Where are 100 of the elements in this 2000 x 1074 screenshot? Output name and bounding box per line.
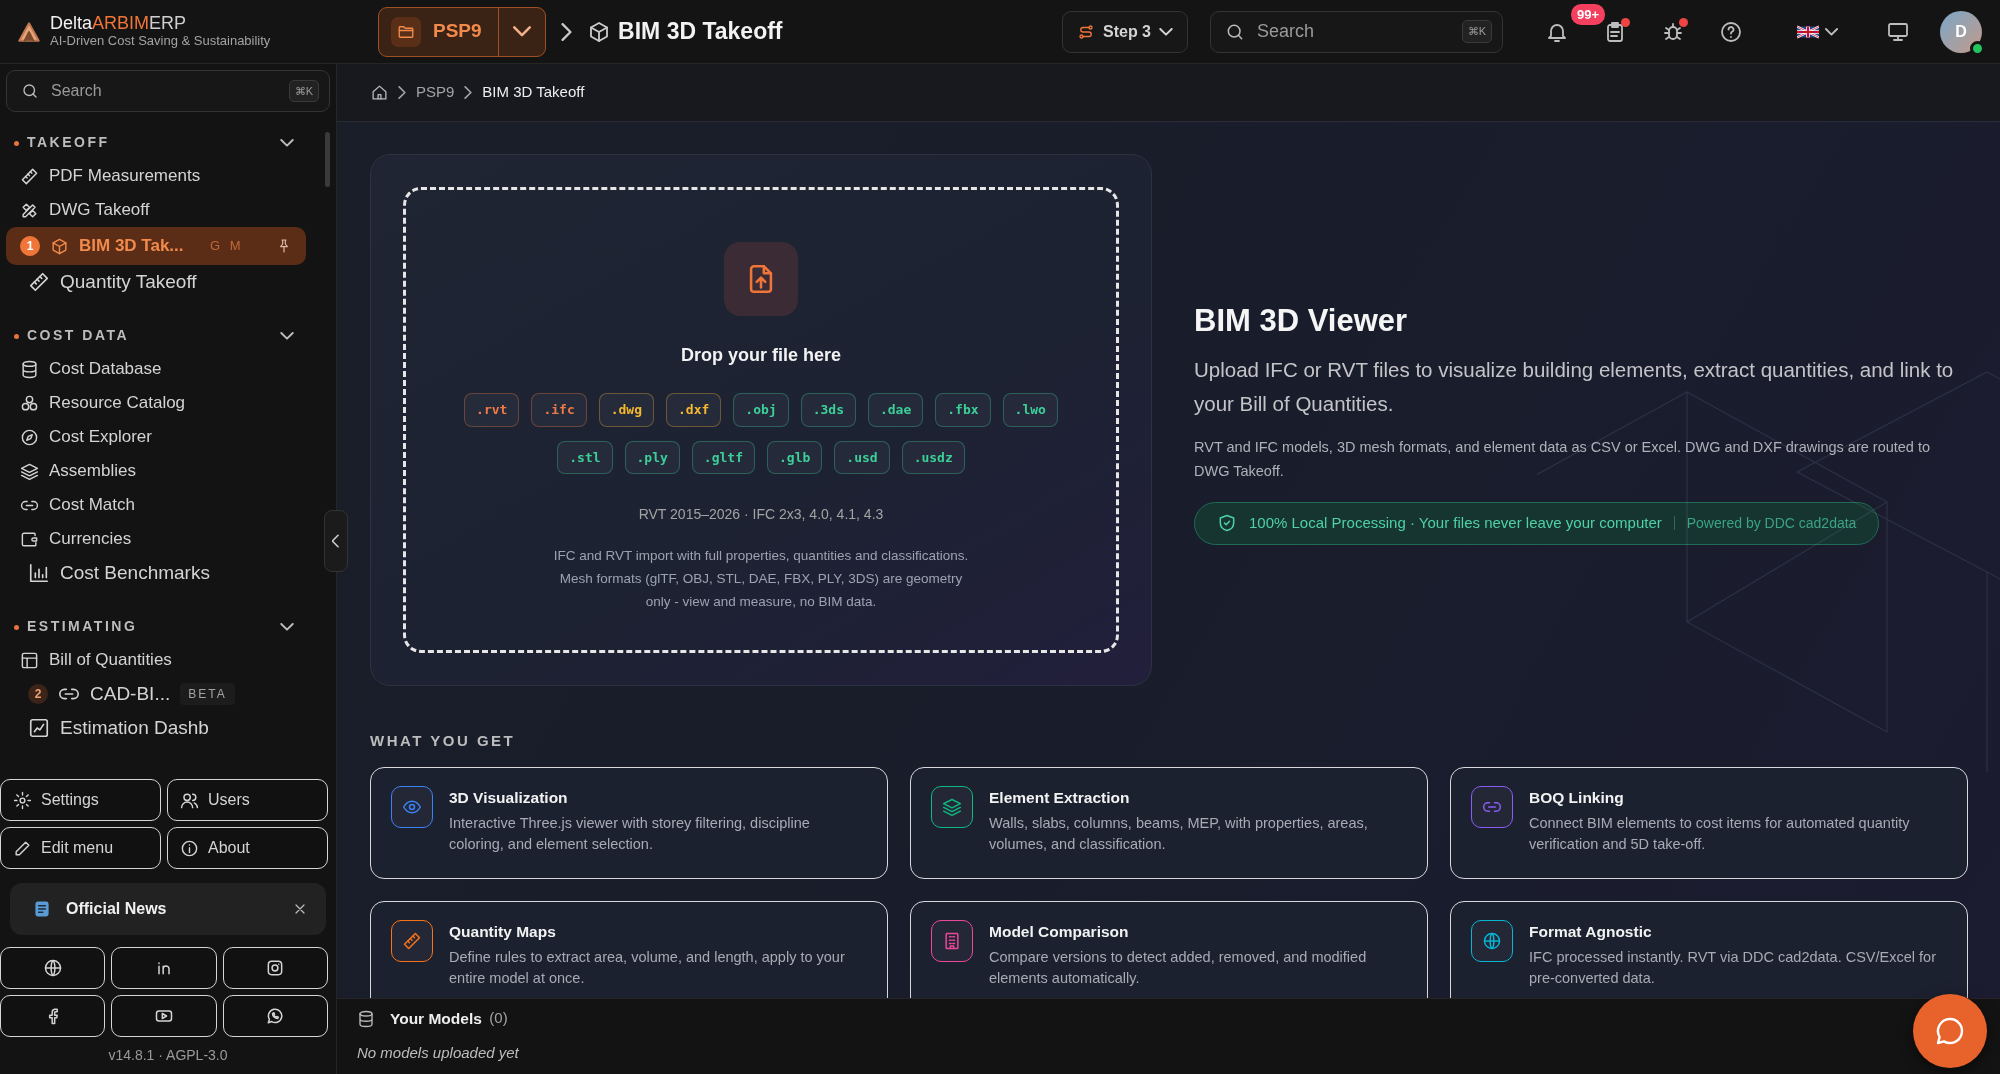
supported-versions: RVT 2015–2026 · IFC 2x3, 4.0, 4.1, 4.3 — [638, 505, 884, 524]
wallet-icon — [20, 529, 39, 549]
empty-message: No models uploaded yet — [357, 1043, 520, 1064]
format-tag: .stl — [557, 440, 613, 474]
viewer-note: RVT and IFC models, 3D mesh formats, and element data as CSV or Excel. DWG and DXF drawings are routed to DWG Takeoff. — [1194, 437, 1932, 482]
circles-icon — [20, 393, 39, 413]
info-icon — [180, 838, 199, 858]
shortcut-hint: ⌘K — [288, 79, 319, 103]
globe-icon — [42, 958, 63, 978]
cube-icon — [50, 236, 69, 256]
sidebar-item[interactable]: Bill of Quantities — [6, 643, 306, 677]
sidebar-item[interactable]: Cost Benchmarks — [6, 556, 306, 590]
models-title: Your Models — [390, 1009, 482, 1029]
sidebar-item[interactable]: 1 BIM 3D Tak... G M — [6, 227, 306, 265]
about-button[interactable]: About — [167, 827, 328, 869]
section-header[interactable]: ESTIMATING — [6, 604, 306, 643]
format-tag: .usdz — [901, 440, 965, 474]
feature-description: Interactive Three.js viewer with storey filtering, discipline coloring, and element selection. — [449, 813, 811, 854]
chevron-right-icon — [398, 86, 406, 99]
project-selector[interactable]: PSP9 — [378, 6, 546, 57]
whatsapp-button[interactable] — [222, 995, 328, 1037]
shortcut-hint: G M — [209, 237, 244, 256]
format-tag: .rvt — [464, 393, 520, 427]
scrollbar — [325, 132, 330, 187]
chevron-down-icon — [280, 622, 294, 631]
sidebar-item[interactable]: DWG Takeoff — [6, 193, 306, 227]
beta-tag: BETA — [180, 683, 235, 705]
gear-icon — [13, 790, 32, 810]
project-name: PSP9 — [433, 19, 482, 44]
search-icon — [21, 82, 39, 100]
chevron-down-icon — [512, 26, 531, 37]
format-tag: .dae — [867, 393, 924, 427]
chevron-down-icon — [1159, 27, 1173, 36]
sidebar-item[interactable]: 2 CAD-BI... BETA — [6, 677, 306, 711]
bar-chart-icon — [28, 562, 50, 584]
home-icon — [371, 84, 388, 101]
route-icon — [1077, 22, 1095, 41]
step-dropdown[interactable]: Step 3 — [1062, 10, 1188, 53]
ruler-icon — [20, 166, 39, 186]
sidebar-search-field[interactable]: Search ⌘K — [6, 70, 330, 112]
format-tag: .obj — [733, 393, 789, 427]
viewer-description: Upload IFC or RVT files to visualize building elements, extract quantities, and link to your Bill of Quantities. — [1194, 357, 1955, 417]
sidebar-item[interactable]: PDF Measurements — [6, 159, 306, 193]
format-tag: .gltf — [691, 440, 755, 474]
chevron-down-icon — [1825, 27, 1838, 36]
settings-button[interactable]: Settings — [0, 779, 161, 821]
sidebar-item[interactable]: Cost Match — [6, 488, 306, 522]
sidebar-item[interactable]: Resource Catalog — [6, 386, 306, 420]
feature-description: Connect BIM elements to cost items for automated quantity verification and 5D take-off. — [1529, 813, 1911, 854]
home-link[interactable] — [371, 84, 388, 101]
section-title: WHAT YOU GET — [370, 731, 517, 751]
feature-title: BOQ Linking — [1529, 787, 1625, 808]
breadcrumb-item[interactable]: PSP9 — [416, 81, 455, 104]
newspaper-icon — [32, 899, 52, 919]
section-header[interactable]: COST DATA — [6, 313, 306, 352]
youtube-button[interactable] — [111, 995, 217, 1037]
website-button[interactable] — [0, 947, 106, 989]
models-count: (0) — [489, 1008, 508, 1029]
shield-check-icon — [1217, 513, 1237, 534]
format-tag: .dxf — [666, 393, 722, 427]
chevron-down-icon — [280, 138, 294, 147]
chevron-left-icon — [332, 534, 340, 548]
facebook-button[interactable] — [0, 995, 106, 1037]
database-icon — [357, 1009, 375, 1028]
feature-title: 3D Visualization — [449, 787, 569, 808]
brand-tagline: AI-Driven Cost Saving & Sustainability — [50, 34, 271, 49]
news-banner[interactable]: Official News — [10, 883, 326, 935]
notification-count: 99+ — [1571, 3, 1606, 25]
sidebar-item[interactable]: Cost Database — [6, 352, 306, 386]
feature-title: Element Extraction — [989, 787, 1131, 808]
brand-name: DeltaARBIMERP — [50, 14, 188, 35]
chevron-right-icon — [464, 86, 473, 99]
sidebar-item[interactable]: Assemblies — [6, 454, 306, 488]
sidebar-item[interactable]: Quantity Takeoff — [6, 265, 306, 299]
breadcrumb-item: BIM 3D Takeoff — [482, 82, 585, 103]
chevron-down-icon — [280, 331, 294, 340]
sidebar-item[interactable]: Cost Explorer — [6, 420, 306, 454]
section-header[interactable]: TAKEOFF — [6, 120, 306, 159]
edit-menu-button[interactable]: Edit menu — [0, 827, 161, 869]
sidebar-item[interactable]: Currencies — [6, 522, 306, 556]
format-tag: .dwg — [598, 393, 655, 427]
search-input[interactable]: Search — [49, 78, 279, 104]
search-input[interactable]: Search — [1255, 17, 1452, 46]
viewer-title: BIM 3D Viewer — [1194, 302, 1409, 340]
sidebar-item[interactable]: Estimation Dashb — [6, 711, 306, 745]
format-tag: .3ds — [800, 393, 856, 427]
search-field[interactable]: Search ⌘K — [1210, 10, 1503, 53]
linkedin-button[interactable] — [111, 947, 217, 989]
powered-by-text: Powered by DDC cad2data — [1686, 513, 1857, 533]
format-tag: .ifc — [531, 393, 587, 427]
file-drop-zone[interactable] — [403, 187, 1119, 653]
page-title: BIM 3D Takeoff — [618, 17, 783, 47]
local-processing-text: 100% Local Processing · Your files never leave your computer — [1249, 513, 1662, 534]
users-button[interactable]: Users — [167, 779, 328, 821]
step-number: 1 — [20, 236, 40, 256]
database-icon — [20, 359, 39, 379]
format-tag: .usd — [834, 440, 890, 474]
format-tag: .ply — [624, 440, 680, 474]
instagram-button[interactable] — [222, 947, 328, 989]
flag-icon — [1797, 24, 1819, 39]
